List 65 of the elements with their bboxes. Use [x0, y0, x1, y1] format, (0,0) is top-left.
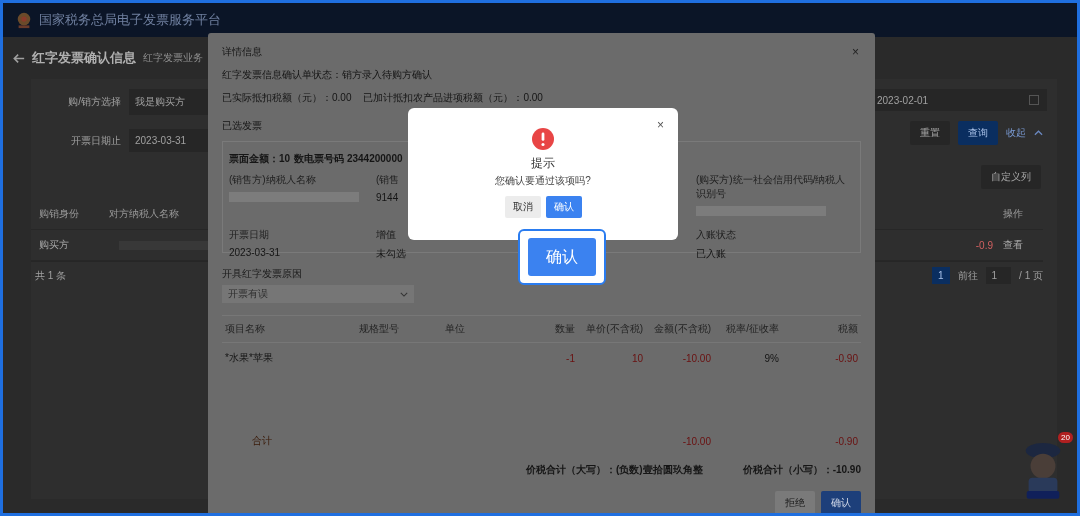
back-arrow-icon[interactable] [13, 52, 25, 64]
total-amount: -10.00 [681, 435, 712, 447]
page-title: 红字发票确认信息 [32, 49, 136, 67]
field-label: 开票日期 [229, 228, 269, 242]
column-header: 数量 [554, 322, 576, 336]
chevron-up-icon[interactable] [1034, 130, 1043, 136]
status-text: 红字发票信息确认单状态：销方录入待购方确认 [222, 68, 432, 82]
collapse-link[interactable]: 收起 [1006, 126, 1026, 140]
table-cell: -0.9 [975, 239, 993, 251]
column-header: 项目名称 [224, 322, 266, 336]
reject-button[interactable]: 拒绝 [775, 491, 815, 513]
filter-label: 开票日期止 [70, 133, 121, 148]
close-button[interactable]: × [655, 118, 666, 132]
column-header: 税额 [837, 322, 859, 336]
field-label: (销售方)纳税人名称 [229, 173, 316, 187]
table-cell-text: 10 [630, 352, 644, 364]
table-cell-text: 购买方 [39, 238, 70, 252]
dialog-title: 提示 [531, 155, 555, 172]
ok-button[interactable]: 确认 [528, 238, 596, 276]
invoice-number: 数电票号码 2344200000 [294, 152, 403, 166]
field-value: 9144 [376, 192, 399, 203]
dialog-message: 您确认要通过该项吗? [495, 174, 591, 188]
table-cell-text: *水果*苹果 [224, 351, 274, 365]
reason-select[interactable]: 开票有误 [222, 285, 414, 303]
column-header: 金额(不含税) [653, 322, 712, 336]
warning-icon [532, 128, 554, 150]
field-label: (销售 [376, 173, 400, 187]
table-cell-text: -1 [565, 352, 576, 364]
emblem-icon [15, 11, 33, 29]
page-input[interactable]: 1 [985, 267, 1012, 284]
column-header: 操作 [1003, 207, 1024, 221]
confirm-button[interactable]: 确认 [821, 491, 861, 513]
page-number[interactable]: 1 [931, 267, 950, 284]
filter-label: 购/销方选择 [67, 95, 121, 109]
table-cell-text: -0.90 [834, 352, 859, 364]
total-tax: -0.90 [834, 435, 859, 447]
page-count: / 1 页 [1019, 268, 1043, 283]
table-cell-text: 9% [763, 352, 780, 364]
goto-label: 前往 [957, 268, 978, 283]
invoice-amount: 票面金额：10 [229, 152, 291, 166]
custom-columns-button[interactable]: 自定义列 [981, 165, 1041, 189]
deduction-text: 已加计抵扣农产品进项税额（元）：0.00 [363, 91, 543, 105]
field-value: 已入账 [696, 247, 726, 261]
summary-text: 价税合计（小写）：-10.90 [742, 463, 861, 477]
close-button[interactable]: × [850, 45, 861, 59]
cancel-button[interactable]: 取消 [504, 196, 541, 218]
platform-title: 国家税务总局电子发票服务平台 [39, 11, 221, 29]
breadcrumb: 红字发票业务 [143, 51, 203, 65]
search-button[interactable]: 查询 [958, 121, 998, 145]
field-value: 未勾选 [376, 247, 406, 261]
total-label: 合计 [251, 434, 273, 448]
summary-text: 价税合计（大写）：(负数)壹拾圆玖角整 [525, 463, 703, 477]
notification-badge: 20 [1058, 432, 1073, 443]
chevron-down-icon[interactable] [400, 291, 408, 297]
ok-button[interactable]: 确认 [545, 196, 582, 218]
field-value: 2023-03-31 [229, 247, 281, 258]
modal-title: 详情信息 [222, 45, 262, 59]
view-link[interactable]: 查看 [1003, 238, 1043, 252]
column-header: 购销身份 [39, 207, 80, 221]
reset-button[interactable]: 重置 [910, 121, 950, 145]
field-label: 入账状态 [696, 228, 736, 242]
table-cell-text: -10.00 [681, 352, 712, 364]
total-count: 共 1 条 [35, 268, 67, 283]
column-header: 税率/征收率 [725, 322, 780, 336]
field-label: 增值 [376, 228, 396, 242]
